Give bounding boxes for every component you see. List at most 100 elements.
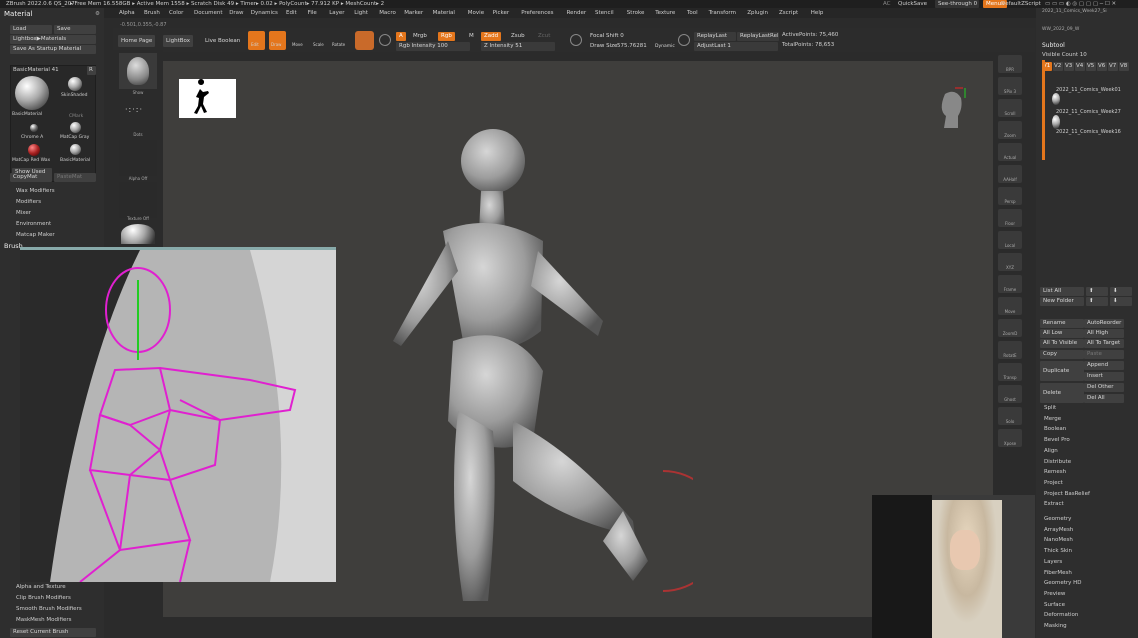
subtool-project-basrelief[interactable]: Project BasRelief xyxy=(1044,491,1090,497)
save-startup-button[interactable]: Save As Startup Material xyxy=(10,45,96,54)
visible-count-slider[interactable]: Visible Count 10 xyxy=(1042,51,1087,59)
copy-button[interactable]: Copy xyxy=(1040,350,1084,359)
subtool-tab-v2[interactable]: V2 xyxy=(1053,62,1063,71)
shelf-scroll-button[interactable]: Scroll xyxy=(998,99,1022,117)
menu-draw[interactable]: Draw xyxy=(229,10,243,16)
alpha-thumbnail[interactable] xyxy=(119,140,157,176)
shelf-zoomd-button[interactable]: ZoomD xyxy=(998,319,1022,337)
edit-mode-button[interactable]: Edit xyxy=(248,31,265,50)
submenu-maskmesh[interactable]: MaskMesh Modifiers xyxy=(16,617,72,623)
del-other-button[interactable]: Del Other xyxy=(1084,383,1124,392)
menu-file[interactable]: File xyxy=(308,10,317,16)
z-intensity-slider[interactable]: Z Intensity 51 xyxy=(481,42,555,51)
menu-brush[interactable]: Brush xyxy=(144,10,160,16)
shelf-aahalf-button[interactable]: AAHalf xyxy=(998,165,1022,183)
menu-edit[interactable]: Edit xyxy=(286,10,297,16)
quicksave-button[interactable]: QuickSave xyxy=(898,0,927,8)
reference-image-overlay[interactable] xyxy=(20,247,336,583)
subtool-split[interactable]: Split xyxy=(1044,405,1056,411)
reset-brush-button[interactable]: Reset Current Brush xyxy=(10,628,96,637)
palette-settings-icon[interactable]: ⚙ xyxy=(95,10,100,18)
subtool-bevel-pro[interactable]: Bevel Pro xyxy=(1044,437,1070,443)
move-up-button[interactable]: ⬆ xyxy=(1086,297,1108,306)
shelf-persp-button[interactable]: Persp xyxy=(998,187,1022,205)
matcap-red-wax-swatch[interactable] xyxy=(28,144,40,156)
menu-marker[interactable]: Marker xyxy=(404,10,423,16)
subtool-item-1[interactable]: 2022_11_Comics_Week01 xyxy=(1056,86,1121,94)
draw-size-value[interactable]: 575.76281 xyxy=(617,42,647,50)
all-low-button[interactable]: All Low xyxy=(1040,329,1084,338)
dynamic-button[interactable]: Dynamic xyxy=(652,42,678,51)
color-picker-icon[interactable] xyxy=(379,34,391,46)
subtool-extract[interactable]: Extract xyxy=(1044,501,1064,507)
tool-nanomesh[interactable]: NanoMesh xyxy=(1044,537,1073,543)
menu-preferences[interactable]: Preferences xyxy=(521,10,553,16)
subtool-tab-v3[interactable]: V3 xyxy=(1064,62,1074,71)
submenu-wax-modifiers[interactable]: Wax Modifiers xyxy=(16,188,55,194)
submenu-matcap-maker[interactable]: Matcap Maker xyxy=(16,232,55,238)
menu-document[interactable]: Document xyxy=(194,10,223,16)
material-icon[interactable] xyxy=(355,31,374,50)
submenu-mixer[interactable]: Mixer xyxy=(16,210,31,216)
tool-preview[interactable]: Preview xyxy=(1044,591,1065,597)
zcut-button[interactable]: Zcut xyxy=(535,32,553,41)
home-page-button[interactable]: Home Page xyxy=(118,35,156,47)
recent-tool-name-2[interactable]: WW_2022_09_W xyxy=(1042,26,1079,34)
menu-movie[interactable]: Movie xyxy=(468,10,484,16)
focal-icon[interactable] xyxy=(570,34,582,46)
subtool-project[interactable]: Project xyxy=(1044,480,1063,486)
window-icons[interactable]: ▭ ▭ ▭ ◐ ◎ ▢ ▢ ▢ ─ ☐ ✕ xyxy=(1045,0,1116,8)
shelf-solo-button[interactable]: Solo xyxy=(998,407,1022,425)
recent-tool-name[interactable]: 2022_11_Comics_Week27_Si xyxy=(1042,8,1107,16)
save-button[interactable]: Save xyxy=(54,25,96,34)
brush-thumbnail[interactable] xyxy=(119,53,157,89)
menu-transform[interactable]: Transform xyxy=(709,10,736,16)
shelf-spix-3-button[interactable]: SPix 3 xyxy=(998,77,1022,95)
mrgb-button[interactable]: Mrgb xyxy=(410,32,430,41)
submenu-clip-brush[interactable]: Clip Brush Modifiers xyxy=(16,595,71,601)
subtool-tab-v8[interactable]: V8 xyxy=(1119,62,1129,71)
append-button[interactable]: Append xyxy=(1084,361,1124,370)
pastemat-button[interactable]: PasteMat xyxy=(54,173,96,182)
subtool-merge[interactable]: Merge xyxy=(1044,416,1061,422)
rename-button[interactable]: Rename xyxy=(1040,319,1084,328)
list-all-button[interactable]: List All xyxy=(1040,287,1084,296)
move-mode-button[interactable]: Move xyxy=(290,31,307,50)
replay-last-rel-button[interactable]: ReplayLastRel xyxy=(737,32,779,41)
shelf-xyz-button[interactable]: XYZ xyxy=(998,253,1022,271)
menu-render[interactable]: Render xyxy=(567,10,587,16)
texture-thumbnail[interactable] xyxy=(119,182,157,218)
shelf-move-button[interactable]: Move xyxy=(998,297,1022,315)
material-thumbnail[interactable] xyxy=(121,224,155,244)
menu-color[interactable]: Color xyxy=(169,10,183,16)
rgb-button[interactable]: Rgb xyxy=(438,32,455,41)
zadd-button[interactable]: Zadd xyxy=(481,32,502,41)
shelf-transp-button[interactable]: Transp xyxy=(998,363,1022,381)
3d-figure-model[interactable] xyxy=(363,121,693,621)
menu-stroke[interactable]: Stroke xyxy=(627,10,645,16)
subtool-item-2[interactable]: 2022_11_Comics_Week27 xyxy=(1056,108,1121,116)
tool-deformation[interactable]: Deformation xyxy=(1044,612,1078,618)
move-down-button[interactable]: ⬇ xyxy=(1110,297,1132,306)
stroke-dots-icon[interactable]: ·:·:· xyxy=(119,96,157,132)
shelf-rotate-button[interactable]: RotatE xyxy=(998,341,1022,359)
menu-layer[interactable]: Layer xyxy=(329,10,344,16)
subtool-tab-v4[interactable]: V4 xyxy=(1075,62,1085,71)
shelf-floor-button[interactable]: Floor xyxy=(998,209,1022,227)
tool-arraymesh[interactable]: ArrayMesh xyxy=(1044,527,1073,533)
menu-stencil[interactable]: Stencil xyxy=(595,10,614,16)
lightbox-button[interactable]: LightBox xyxy=(163,35,193,47)
arrow-up-button[interactable]: ⬆ xyxy=(1086,287,1108,296)
subtool-tab-v5[interactable]: V5 xyxy=(1086,62,1096,71)
copymat-button[interactable]: CopyMat xyxy=(10,173,52,182)
basic-material-large-swatch[interactable] xyxy=(15,76,49,110)
see-through-slider[interactable]: See-through 0 xyxy=(935,0,979,8)
tool-layers[interactable]: Layers xyxy=(1044,559,1062,565)
chrome-swatch[interactable] xyxy=(30,124,38,132)
tool-thick-skin[interactable]: Thick Skin xyxy=(1044,548,1072,554)
del-all-button[interactable]: Del All xyxy=(1084,394,1124,403)
r-button[interactable]: R xyxy=(87,66,96,75)
subtool-remesh[interactable]: Remesh xyxy=(1044,469,1066,475)
rgb-intensity-slider[interactable]: Rgb Intensity 100 xyxy=(396,42,470,51)
submenu-modifiers[interactable]: Modifiers xyxy=(16,199,41,205)
